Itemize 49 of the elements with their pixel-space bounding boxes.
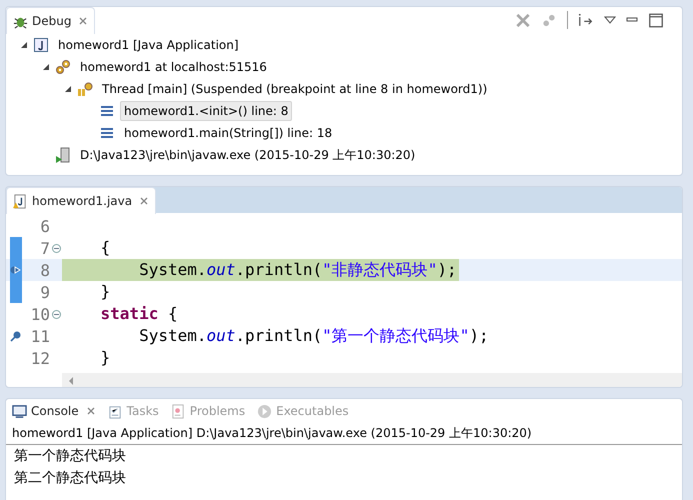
close-icon[interactable] xyxy=(86,406,96,416)
line-number: 9 xyxy=(39,282,50,302)
console-output-line: 第二个静态代码块 xyxy=(13,469,127,488)
line-number: 12 xyxy=(30,348,50,368)
horizontal-scrollbar[interactable] xyxy=(62,373,682,387)
editor-tab[interactable]: homeword1.java xyxy=(6,187,156,214)
minimize-icon[interactable] xyxy=(626,16,638,24)
expand-toggle-icon[interactable] xyxy=(42,63,50,71)
target-label[interactable]: homeword1 at localhost:51516 xyxy=(76,57,271,77)
monitor-icon xyxy=(12,404,27,418)
collapse-icon[interactable] xyxy=(52,310,60,318)
process-label[interactable]: D:\Java123\jre\bin\javaw.exe (2015-10-29 上午10:30:20) xyxy=(76,144,420,166)
close-icon[interactable] xyxy=(139,196,150,206)
code-line: static { xyxy=(100,303,179,325)
thread-icon xyxy=(77,81,93,97)
code-line: } xyxy=(100,347,112,369)
frame-label[interactable]: homeword1.<init>() line: 8 xyxy=(120,101,292,121)
gears-icon xyxy=(55,59,71,75)
debug-tab[interactable]: Debug xyxy=(6,7,96,34)
play-icon xyxy=(257,404,272,418)
java-file-icon xyxy=(13,194,28,208)
stack-frame-icon xyxy=(99,103,115,119)
step-filter-icon[interactable] xyxy=(578,12,594,28)
remove-launches-icon[interactable] xyxy=(515,12,531,28)
code-line: } xyxy=(100,281,112,303)
collapse-icon[interactable] xyxy=(52,244,60,252)
view-menu-icon[interactable] xyxy=(604,16,616,24)
maximize-icon[interactable] xyxy=(648,12,664,28)
line-number: 7 xyxy=(39,238,50,258)
thread-label[interactable]: Thread [main] (Suspended (breakpoint at line 8 in homeword1)) xyxy=(98,79,492,99)
stack-frame-icon xyxy=(99,125,115,141)
code-line: { xyxy=(100,237,112,259)
line-number: 11 xyxy=(30,326,50,346)
process-icon xyxy=(55,147,71,163)
expand-toggle-icon[interactable] xyxy=(20,41,28,49)
code-line: System.out.println("第一个静态代码块"); xyxy=(138,325,490,347)
problems-icon xyxy=(170,404,186,418)
launch-label[interactable]: homeword1 [Java Application] xyxy=(54,35,243,55)
clipboard-icon xyxy=(108,404,123,418)
expand-toggle-icon[interactable] xyxy=(64,85,72,93)
line-number: 6 xyxy=(39,216,50,236)
console-output-line: 第一个静态代码块 xyxy=(13,447,127,466)
console-header: homeword1 [Java Application] D:\Java123\jre\bin\javaw.exe (2015-10-29 上午10:30:20) xyxy=(6,423,682,445)
close-icon[interactable] xyxy=(78,16,88,26)
scroll-left-icon[interactable] xyxy=(68,377,74,385)
java-application-icon xyxy=(33,37,49,53)
frame-label[interactable]: homeword1.main(String[]) line: 18 xyxy=(120,123,336,143)
line-number: 10 xyxy=(30,304,50,324)
line-number: 8 xyxy=(39,260,50,280)
